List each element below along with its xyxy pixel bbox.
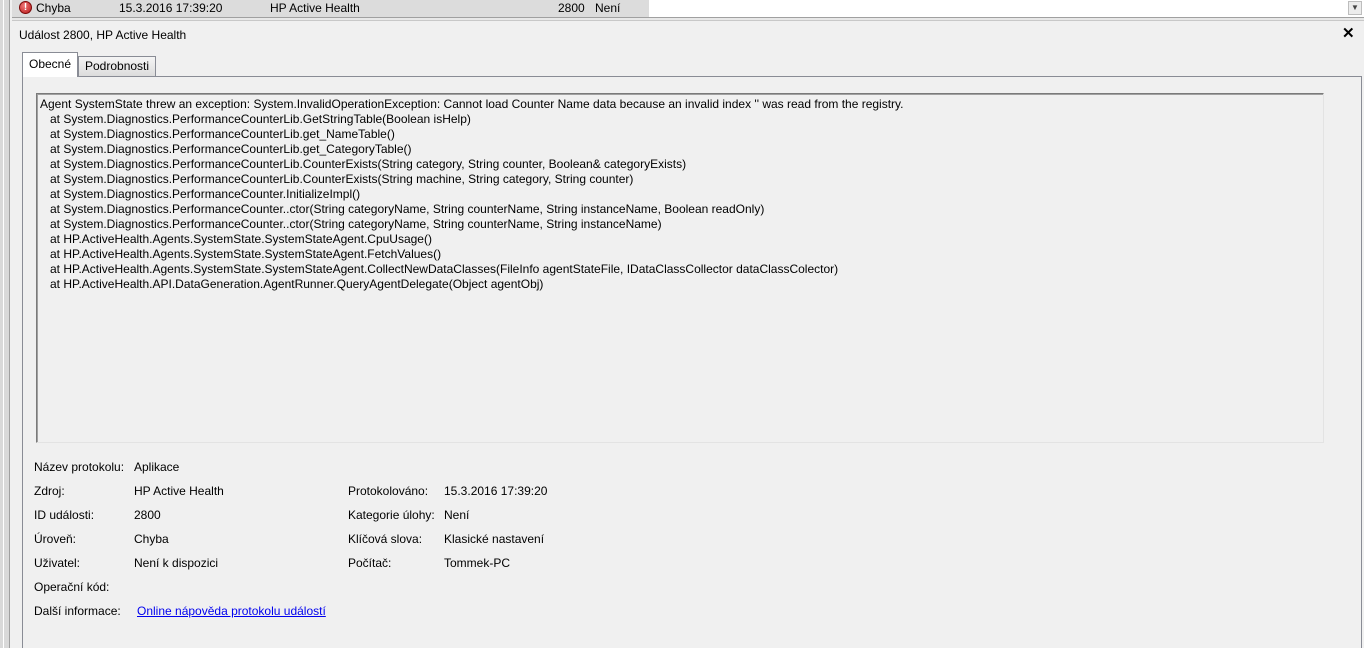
message-line: at HP.ActiveHealth.Agents.SystemState.Sy… <box>40 262 839 276</box>
log-name-value: Aplikace <box>134 460 180 474</box>
pane-splitter[interactable] <box>12 17 1364 21</box>
tab-details[interactable]: Podrobnosti <box>78 56 157 76</box>
level-label: Úroveň: <box>34 532 77 546</box>
message-line: at System.Diagnostics.PerformanceCounter… <box>40 217 662 231</box>
task-category-label: Kategorie úlohy: <box>348 508 435 522</box>
keywords-value: Klasické nastavení <box>444 532 545 546</box>
user-value: Není k dispozici <box>134 556 219 570</box>
event-id-value: 2800 <box>134 508 161 522</box>
event-id-label: ID události: <box>34 508 95 522</box>
keywords-label: Klíčová slova: <box>348 532 423 546</box>
message-line: at System.Diagnostics.PerformanceCounter… <box>40 172 634 186</box>
message-line: at System.Diagnostics.PerformanceCounter… <box>40 142 412 156</box>
message-line: at System.Diagnostics.PerformanceCounter… <box>40 157 687 171</box>
pane-title: Událost 2800, HP Active Health <box>19 28 187 42</box>
source-label: Zdroj: <box>34 484 65 498</box>
level-value: Chyba <box>134 532 169 546</box>
message-line: Agent SystemState threw an exception: Sy… <box>40 97 904 111</box>
message-line: at HP.ActiveHealth.Agents.SystemState.Sy… <box>40 232 432 246</box>
source-value: HP Active Health <box>134 484 224 498</box>
tab-general[interactable]: Obecné <box>22 52 79 77</box>
row-source: HP Active Health <box>270 1 360 15</box>
event-message-box[interactable]: Agent SystemState threw an exception: Sy… <box>36 93 1324 443</box>
event-detail-pane: Událost 2800, HP Active Health ✕ Obecné … <box>12 22 1364 648</box>
log-name-label: Název protokolu: <box>34 460 125 474</box>
row-level: Chyba <box>36 1 71 15</box>
logged-value: 15.3.2016 17:39:20 <box>444 484 548 498</box>
event-log-online-help-link[interactable]: Online nápověda protokolu událostí <box>137 604 326 618</box>
row-event-id: 2800 <box>558 1 585 15</box>
row-datetime: 15.3.2016 17:39:20 <box>119 1 223 15</box>
tab-details-label: Podrobnosti <box>85 59 150 73</box>
error-icon: ! <box>19 1 32 14</box>
more-info-label: Další informace: <box>34 604 121 618</box>
left-frame-edge <box>0 0 10 648</box>
message-line: at HP.ActiveHealth.Agents.SystemState.Sy… <box>40 247 442 261</box>
computer-label: Počítač: <box>348 556 392 570</box>
row-category: Není <box>595 1 621 15</box>
tab-general-label: Obecné <box>29 57 72 71</box>
message-line: at HP.ActiveHealth.API.DataGeneration.Ag… <box>40 277 544 291</box>
scroll-down-arrow-icon[interactable]: ▼ <box>1348 1 1362 15</box>
message-line: at System.Diagnostics.PerformanceCounter… <box>40 127 395 141</box>
user-label: Uživatel: <box>34 556 81 570</box>
task-category-value: Není <box>444 508 470 522</box>
close-icon[interactable]: ✕ <box>1342 25 1355 43</box>
message-line: at System.Diagnostics.PerformanceCounter… <box>40 187 361 201</box>
opcode-label: Operační kód: <box>34 580 110 594</box>
message-line: at System.Diagnostics.PerformanceCounter… <box>40 112 471 126</box>
logged-label: Protokolováno: <box>348 484 429 498</box>
message-line: at System.Diagnostics.PerformanceCounter… <box>40 202 765 216</box>
computer-value: Tommek-PC <box>444 556 511 570</box>
left-frame-highlight <box>3 0 4 648</box>
event-list-row-selected[interactable]: ! Chyba 15.3.2016 17:39:20 HP Active Hea… <box>12 0 1364 17</box>
